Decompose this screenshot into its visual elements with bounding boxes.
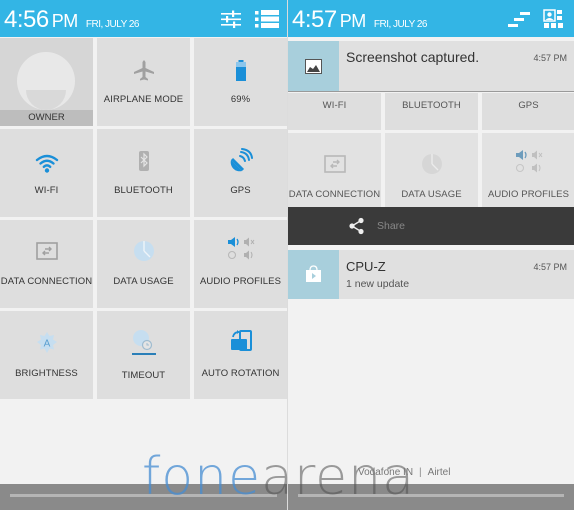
battery-icon <box>235 60 246 81</box>
share-label: Share <box>377 220 406 232</box>
share-button[interactable]: Share <box>288 207 574 245</box>
clock-time: 4:57 <box>292 6 337 33</box>
tile-label: DATA USAGE <box>113 276 174 287</box>
play-store-icon <box>306 265 321 282</box>
wifi-icon <box>35 154 58 173</box>
user-avatar-icon <box>17 52 75 110</box>
tile-airplane-mode[interactable]: AIRPLANE MODE <box>97 38 190 126</box>
tile-label: WI-FI <box>322 100 347 111</box>
carrier-separator: | <box>419 467 422 478</box>
tile-label: TIMEOUT <box>121 370 166 381</box>
tile-gps[interactable]: GPS <box>482 93 574 130</box>
tile-bluetooth[interactable]: BLUETOOTH <box>385 93 478 130</box>
tile-label: OWNER <box>0 110 93 126</box>
navigation-bar <box>288 484 574 510</box>
tile-label: AUDIO PROFILES <box>487 189 570 200</box>
notification-panel: 4:57 PM FRI, JULY 26 WI-FI BLUETOOTH GPS… <box>287 0 574 510</box>
status-bar: 4:57 PM FRI, JULY 26 <box>288 0 574 37</box>
notification-list-icon[interactable] <box>254 9 280 29</box>
notification-title: Screenshot captured. <box>346 49 480 65</box>
tile-label: WI-FI <box>34 185 59 196</box>
tile-label: DATA CONNECTION <box>0 276 93 287</box>
tile-brightness[interactable]: A BRIGHTNESS <box>0 311 93 399</box>
notification-title: CPU-Z <box>346 259 386 274</box>
notification-time: 4:57 PM <box>533 262 567 272</box>
clear-all-icon[interactable] <box>506 9 532 29</box>
tile-audio-profiles[interactable]: AUDIO PROFILES <box>194 220 287 308</box>
tile-label: BLUETOOTH <box>402 100 461 111</box>
settings-sliders-icon[interactable] <box>220 9 242 29</box>
carrier-secondary: Airtel <box>427 467 451 478</box>
bluetooth-icon <box>138 151 149 171</box>
tile-wifi[interactable]: WI-FI <box>0 129 93 217</box>
gps-satellite-icon <box>230 148 253 172</box>
notification-cpu-z[interactable]: CPU-Z 1 new update 4:57 PM <box>288 250 574 299</box>
auto-rotation-icon <box>230 330 252 351</box>
share-icon <box>349 217 364 235</box>
tile-label: GPS <box>518 100 539 111</box>
data-usage-pie-icon <box>421 154 442 174</box>
tile-timeout[interactable]: TIMEOUT <box>97 311 190 399</box>
tile-data-usage[interactable]: DATA USAGE <box>97 220 190 308</box>
notification-subtitle: 1 new update <box>346 278 410 290</box>
tile-label: DATA CONNECTION <box>288 189 381 200</box>
clock-ampm: PM <box>339 11 367 31</box>
tile-label: BLUETOOTH <box>114 185 173 196</box>
notification-screenshot[interactable]: Screenshot captured. 4:57 PM <box>288 41 574 92</box>
airplane-icon <box>133 60 154 81</box>
tile-audio-profiles[interactable]: AUDIO PROFILES <box>482 133 574 207</box>
tile-label: BRIGHTNESS <box>15 368 78 379</box>
date: FRI, JULY 26 <box>373 19 428 30</box>
svg-text:A: A <box>43 339 50 350</box>
quick-settings-panel: 4:56 PM FRI, JULY 26 OWNER AIRPLANE MODE… <box>0 0 287 510</box>
tile-label: GPS <box>230 185 251 196</box>
data-connection-icon <box>323 155 346 173</box>
clock-ampm: PM <box>51 11 79 31</box>
tile-data-connection[interactable]: DATA CONNECTION <box>0 220 93 308</box>
tile-gps[interactable]: GPS <box>194 129 287 217</box>
tile-data-connection[interactable]: DATA CONNECTION <box>288 133 381 207</box>
tile-label: AUTO ROTATION <box>201 368 280 379</box>
notification-time: 4:57 PM <box>533 53 567 63</box>
tile-battery[interactable]: 69% <box>194 38 287 126</box>
navigation-bar <box>0 484 287 510</box>
tile-auto-rotation[interactable]: AUTO ROTATION <box>194 311 287 399</box>
data-connection-icon <box>35 242 58 260</box>
tile-owner[interactable]: OWNER <box>0 38 93 126</box>
data-usage-pie-icon <box>133 241 154 261</box>
timeout-icon <box>131 330 156 355</box>
tile-wifi[interactable]: WI-FI <box>288 93 381 130</box>
tile-label: AIRPLANE MODE <box>103 94 184 105</box>
notification-thumb <box>288 250 339 299</box>
tile-bluetooth[interactable]: BLUETOOTH <box>97 129 190 217</box>
battery-percentage: 69% <box>230 94 251 105</box>
tile-label: AUDIO PROFILES <box>199 276 282 287</box>
quick-settings-icon[interactable] <box>543 9 565 29</box>
clock: 4:56 PM FRI, JULY 26 <box>4 6 140 34</box>
status-bar: 4:56 PM FRI, JULY 26 <box>0 0 287 37</box>
carrier-primary: Vodafone IN <box>358 467 414 478</box>
tile-label: DATA USAGE <box>401 189 462 200</box>
brightness-auto-icon: A <box>36 332 57 353</box>
notification-thumb <box>288 41 339 91</box>
date: FRI, JULY 26 <box>85 19 140 30</box>
audio-profiles-icon <box>227 237 254 260</box>
audio-profiles-icon <box>515 150 542 173</box>
clock-time: 4:56 <box>4 6 49 33</box>
drag-handle[interactable] <box>10 494 277 497</box>
tile-data-usage[interactable]: DATA USAGE <box>385 133 478 207</box>
drag-handle[interactable] <box>298 494 564 497</box>
image-icon <box>305 59 322 74</box>
carrier-label: Vodafone IN | Airtel <box>358 467 450 478</box>
clock: 4:57 PM FRI, JULY 26 <box>292 6 428 34</box>
